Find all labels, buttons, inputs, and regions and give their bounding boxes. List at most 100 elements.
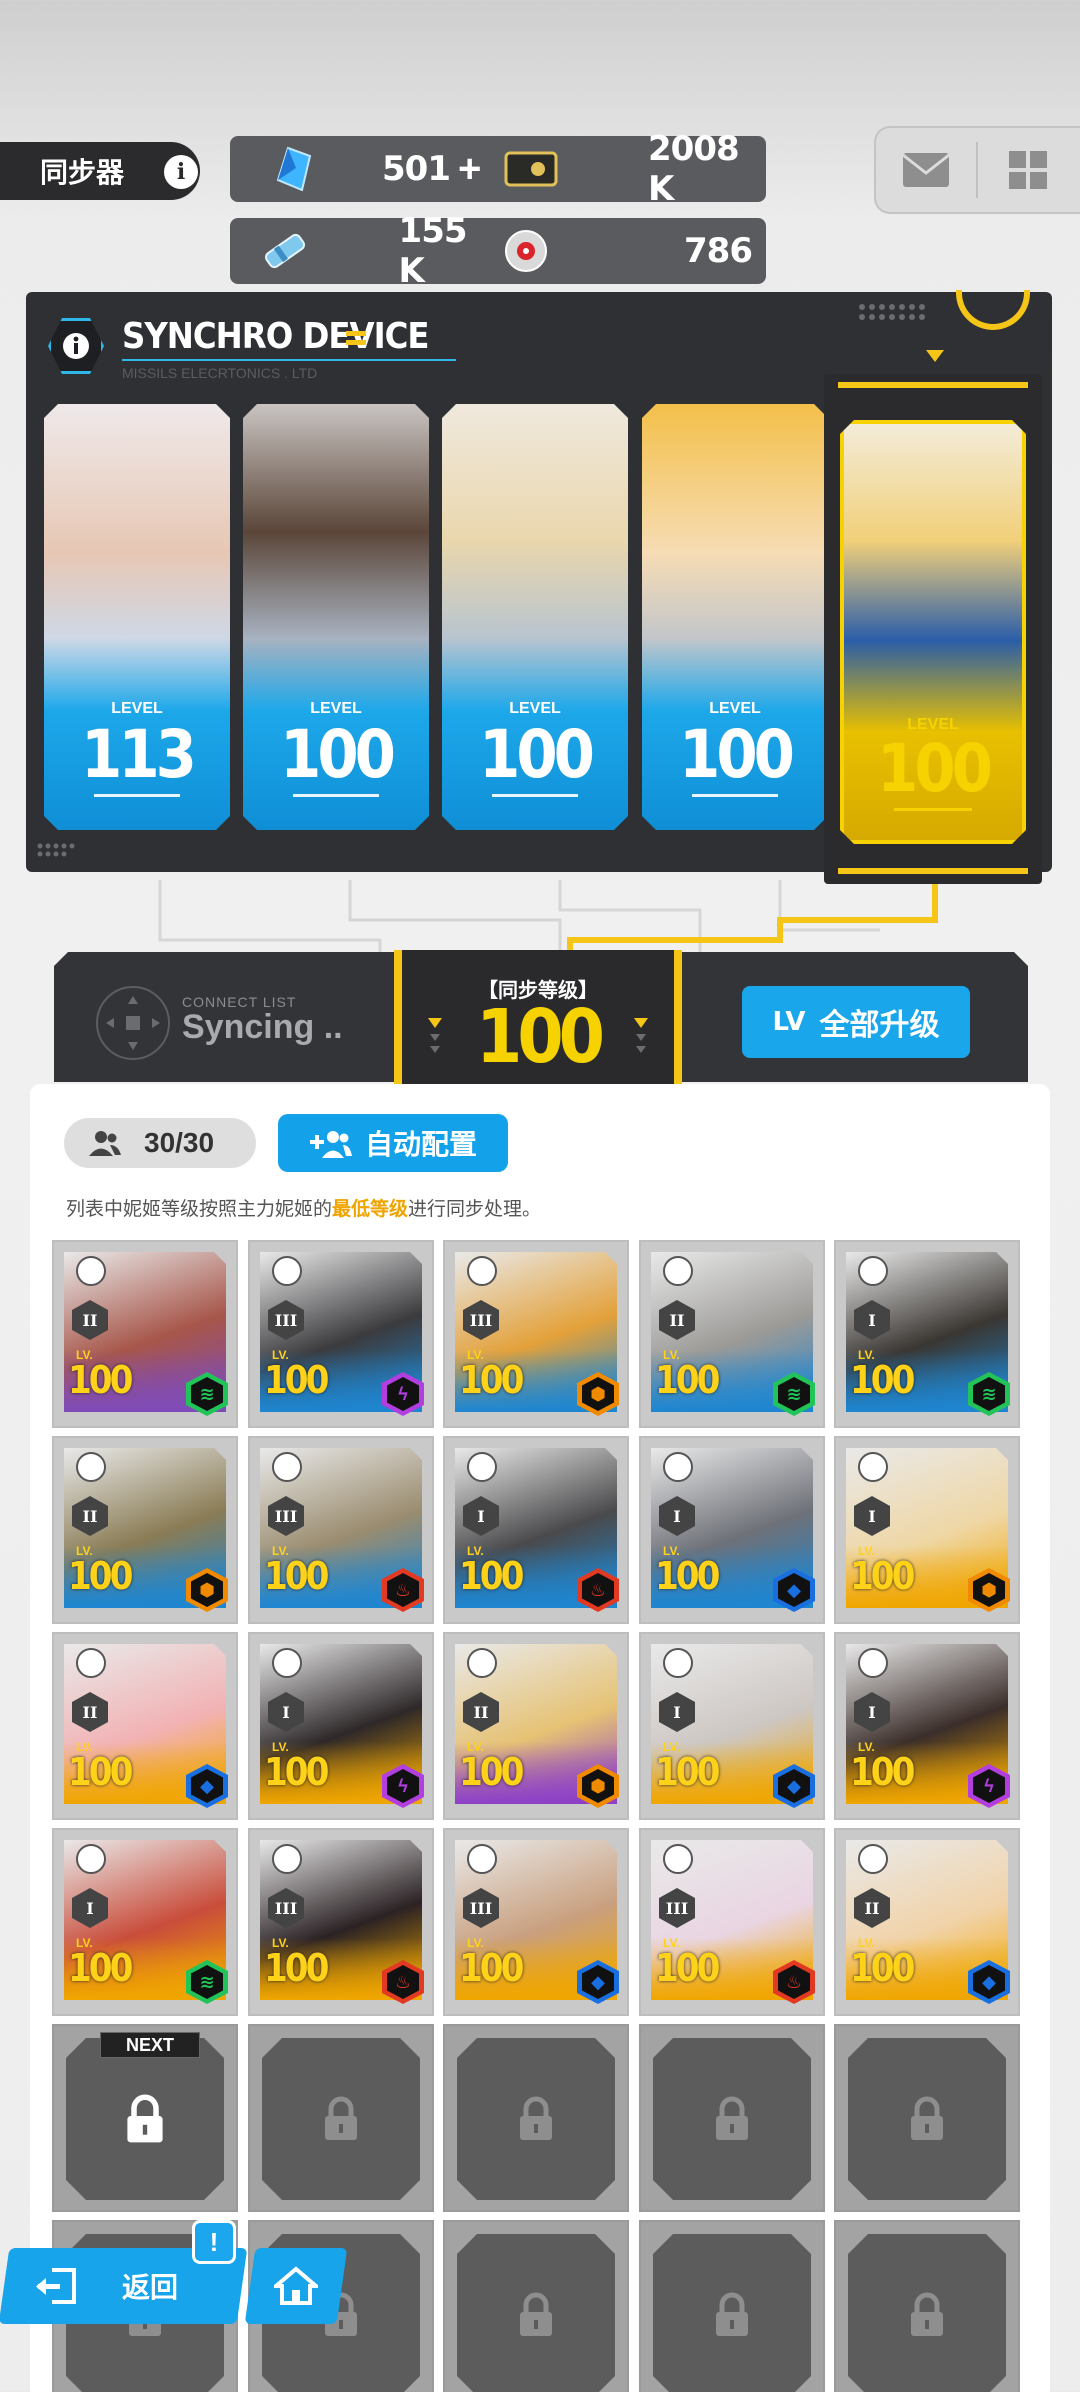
add-user-icon — [309, 1131, 352, 1158]
nikke-level: 100 — [264, 1750, 329, 1794]
class-icon — [76, 1648, 106, 1678]
upgrade-all-label: 全部升级 — [819, 1009, 940, 1042]
class-icon — [272, 1844, 302, 1874]
nikke-slot[interactable]: III LV. 100 ♨ — [248, 1436, 434, 1624]
level-value: 100 — [280, 716, 396, 793]
burst-level: II — [864, 1898, 880, 1918]
nikke-slot[interactable]: II LV. 100 ≋ — [52, 1240, 238, 1428]
device-title-underline — [122, 359, 456, 361]
nikke-slot[interactable]: I LV. 100 ◆ — [639, 1436, 825, 1624]
locked-slot — [639, 2220, 825, 2392]
menu-grid-button[interactable] — [978, 128, 1078, 212]
resource-bar-top: 501 + 2008 K — [230, 129, 766, 209]
burst-level: II — [473, 1702, 489, 1722]
locked-slot — [443, 2220, 629, 2392]
synchro-card-1[interactable]: LEVEL 113 — [44, 404, 230, 830]
nikke-slot[interactable]: I LV. 100 ⬢ — [834, 1436, 1020, 1624]
exit-icon — [36, 2268, 76, 2304]
sync-level-display: 【同步等级】 100 — [394, 950, 682, 1084]
lock-box — [262, 2038, 420, 2200]
nikke-slot[interactable]: III LV. 100 ♨ — [639, 1828, 825, 2016]
top-right-panel — [874, 126, 1080, 214]
nikke-slot[interactable]: I LV. 100 ≋ — [52, 1828, 238, 2016]
nikke-slot[interactable]: II LV. 100 ◆ — [52, 1632, 238, 1820]
level-underline — [94, 794, 180, 797]
nikke-slot[interactable]: I LV. 100 ≋ — [834, 1240, 1020, 1428]
class-icon — [467, 1844, 497, 1874]
next-locked-slot[interactable]: NEXT — [52, 2024, 238, 2212]
lv-up-icon: LV — [772, 1007, 806, 1037]
nikke-slot[interactable]: III LV. 100 ϟ — [248, 1240, 434, 1428]
synchro-card-main[interactable]: LEVEL 100 — [840, 420, 1026, 844]
lock-box — [653, 2038, 811, 2200]
stripes-icon — [346, 331, 366, 345]
nikke-slot[interactable]: II LV. 100 ⬢ — [52, 1436, 238, 1624]
lock-icon — [716, 2096, 748, 2140]
nikke-level: 100 — [655, 1750, 720, 1794]
auto-assign-button[interactable]: 自动配置 — [278, 1114, 508, 1172]
class-icon — [272, 1452, 302, 1482]
burst-level: II — [669, 1310, 685, 1330]
class-icon — [663, 1648, 693, 1678]
info-button[interactable]: i — [164, 155, 198, 189]
burst-level: III — [274, 1898, 298, 1918]
level-underline — [492, 794, 578, 797]
lock-box — [457, 2038, 615, 2200]
nikke-slot[interactable]: III LV. 100 ♨ — [248, 1828, 434, 2016]
synchro-card-4[interactable]: LEVEL 100 — [642, 404, 828, 830]
core-dust-icon — [498, 226, 554, 276]
nikke-slot[interactable]: I LV. 100 ϟ — [834, 1632, 1020, 1820]
lock-box — [66, 2038, 224, 2200]
level-value: 100 — [679, 716, 795, 793]
nikke-slot[interactable]: I LV. 100 ◆ — [639, 1632, 825, 1820]
locked-slot — [639, 2024, 825, 2212]
burst-level: I — [868, 1506, 876, 1526]
nikke-slot[interactable]: I LV. 100 ♨ — [443, 1436, 629, 1624]
upgrade-all-button[interactable]: LV 全部升级 — [742, 986, 970, 1058]
nikke-slot[interactable]: II LV. 100 ◆ — [834, 1828, 1020, 2016]
device-title: SYNCHRO DEVICE — [122, 316, 430, 357]
burst-level: II — [82, 1702, 98, 1722]
auto-assign-label: 自动配置 — [364, 1129, 477, 1160]
burst-level: III — [469, 1310, 493, 1330]
lock-icon — [716, 2292, 748, 2336]
class-icon — [663, 1256, 693, 1286]
nikke-slot[interactable]: II LV. 100 ≋ — [639, 1240, 825, 1428]
lock-icon — [520, 2292, 552, 2336]
grid-icon — [1009, 151, 1047, 189]
nikke-slot[interactable]: I LV. 100 ϟ — [248, 1632, 434, 1820]
burst-level: III — [665, 1898, 689, 1918]
note-prefix: 列表中妮姬等级按照主力妮姬的 — [66, 1199, 333, 1220]
class-icon — [76, 1256, 106, 1286]
resource-bar-bottom: 155 K 786 — [230, 211, 766, 291]
burst-level: I — [86, 1898, 94, 1918]
nikke-level: 100 — [68, 1946, 133, 1990]
nikke-slot[interactable]: III LV. 100 ⬢ — [443, 1240, 629, 1428]
level-underline — [692, 794, 778, 797]
class-icon — [858, 1256, 888, 1286]
home-button[interactable] — [250, 2248, 342, 2324]
class-icon — [76, 1844, 106, 1874]
resource-credits: 2008 K — [500, 129, 766, 209]
lock-box — [848, 2234, 1006, 2392]
class-icon — [76, 1452, 106, 1482]
lock-icon — [520, 2096, 552, 2140]
nikke-slot[interactable]: II LV. 100 ⬢ — [443, 1632, 629, 1820]
dpad-icon — [96, 986, 170, 1060]
class-icon — [858, 1452, 888, 1482]
nikke-level: 100 — [850, 1750, 915, 1794]
synchro-card-2[interactable]: LEVEL 100 — [243, 404, 429, 830]
resource-gems[interactable]: 501 + — [230, 136, 500, 202]
nikke-slot[interactable]: III LV. 100 ◆ — [443, 1828, 629, 2016]
connect-status: Syncing .. — [182, 1008, 343, 1046]
mail-icon — [902, 153, 950, 187]
lock-icon — [911, 2292, 943, 2336]
nikke-level: 100 — [264, 1946, 329, 1990]
credit-count: 2008 K — [648, 129, 740, 209]
class-icon — [858, 1844, 888, 1874]
nikke-level: 100 — [655, 1358, 720, 1402]
resource-battle-data: 155 K — [230, 211, 500, 291]
add-gems-button[interactable]: + — [458, 147, 481, 192]
mail-button[interactable] — [876, 128, 976, 212]
synchro-card-3[interactable]: LEVEL 100 — [442, 404, 628, 830]
